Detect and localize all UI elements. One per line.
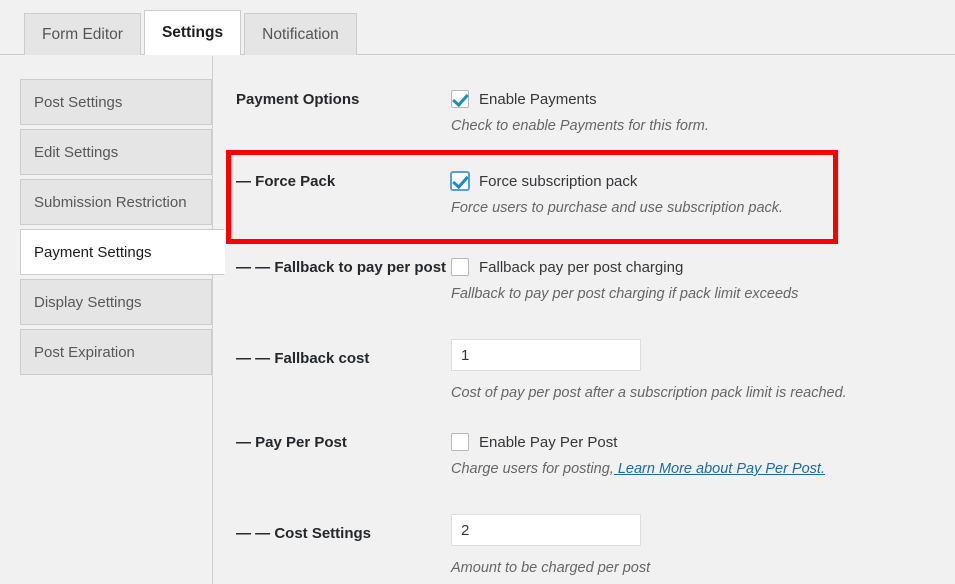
sidebar-item-label: Post Expiration (34, 343, 135, 361)
force-subscription-pack-checkbox[interactable] (451, 172, 469, 190)
sidebar-item-label: Display Settings (34, 293, 142, 311)
sidebar-item-display-settings[interactable]: Display Settings (20, 279, 212, 325)
row-cost-settings-label: — — Cost Settings (236, 525, 372, 542)
tab-bar: Form Editor Settings Notification (0, 0, 955, 55)
sidebar-item-payment-settings[interactable]: Payment Settings (20, 229, 225, 275)
force-subscription-pack-description: Force users to purchase and use subscrip… (451, 200, 784, 216)
enable-payments-checkbox[interactable] (451, 90, 469, 108)
enable-pay-per-post-checkbox[interactable] (451, 433, 469, 451)
row-force-pack-label: — Force Pack (236, 173, 336, 190)
row-payment-options: Payment Options Enable Payments Check to… (213, 88, 955, 134)
pay-per-post-description: Charge users for posting, Learn More abo… (451, 461, 955, 477)
sidebar-item-label: Edit Settings (34, 143, 119, 161)
enable-pay-per-post-label[interactable]: Enable Pay Per Post (479, 434, 617, 451)
sidebar-item-label: Payment Settings (34, 243, 152, 261)
cost-settings-input[interactable] (451, 514, 641, 546)
tab-notification-label: Notification (262, 25, 339, 43)
pay-per-post-description-text: Charge users for posting, (451, 461, 614, 477)
sidebar-item-edit-settings[interactable]: Edit Settings (20, 129, 212, 175)
payment-settings-panel: Payment Options Enable Payments Check to… (213, 56, 955, 584)
fallback-cost-description: Cost of pay per post after a subscriptio… (451, 385, 847, 401)
settings-sidebar: Post Settings Edit Settings Submission R… (20, 79, 225, 379)
enable-payments-label[interactable]: Enable Payments (479, 91, 597, 108)
sidebar-item-post-settings[interactable]: Post Settings (20, 79, 212, 125)
tab-form-editor[interactable]: Form Editor (24, 13, 141, 55)
force-subscription-pack-label[interactable]: Force subscription pack (479, 173, 637, 190)
tab-settings-label: Settings (161, 24, 224, 41)
tab-form-editor-label: Form Editor (42, 25, 123, 43)
fallback-pay-per-post-label[interactable]: Fallback pay per post charging (479, 259, 683, 276)
row-fallback-cost-label: — — Fallback cost (236, 350, 370, 367)
tab-settings[interactable]: Settings (143, 10, 242, 55)
row-fallback-cost: — — Fallback cost Cost of pay per post a… (213, 339, 955, 401)
row-fallback-pay-per-post: — — Fallback to pay per post Fallback pa… (213, 256, 955, 302)
cost-settings-description: Amount to be charged per post (451, 560, 651, 576)
fallback-pay-per-post-checkbox[interactable] (451, 258, 469, 276)
fallback-pay-per-post-description: Fallback to pay per post charging if pac… (451, 286, 799, 302)
tab-notification[interactable]: Notification (244, 13, 357, 55)
learn-more-pay-per-post-link[interactable]: Learn More about Pay Per Post. (614, 461, 825, 477)
sidebar-item-label: Post Settings (34, 93, 123, 111)
sidebar-item-label: Submission Restriction (34, 193, 187, 211)
sidebar-item-submission-restriction[interactable]: Submission Restriction (20, 179, 212, 225)
sidebar-item-post-expiration[interactable]: Post Expiration (20, 329, 212, 375)
enable-payments-description: Check to enable Payments for this form. (451, 118, 709, 134)
row-pay-per-post-label: — Pay Per Post (236, 434, 347, 451)
row-pay-per-post: — Pay Per Post Enable Pay Per Post Charg… (213, 431, 955, 477)
fallback-cost-input[interactable] (451, 339, 641, 371)
row-force-pack: — Force Pack Force subscription pack For… (213, 170, 955, 216)
row-payment-options-label: Payment Options (236, 91, 360, 108)
row-fallback-pay-per-post-label: — — Fallback to pay per post (236, 259, 447, 276)
row-cost-settings: — — Cost Settings Amount to be charged p… (213, 514, 955, 576)
